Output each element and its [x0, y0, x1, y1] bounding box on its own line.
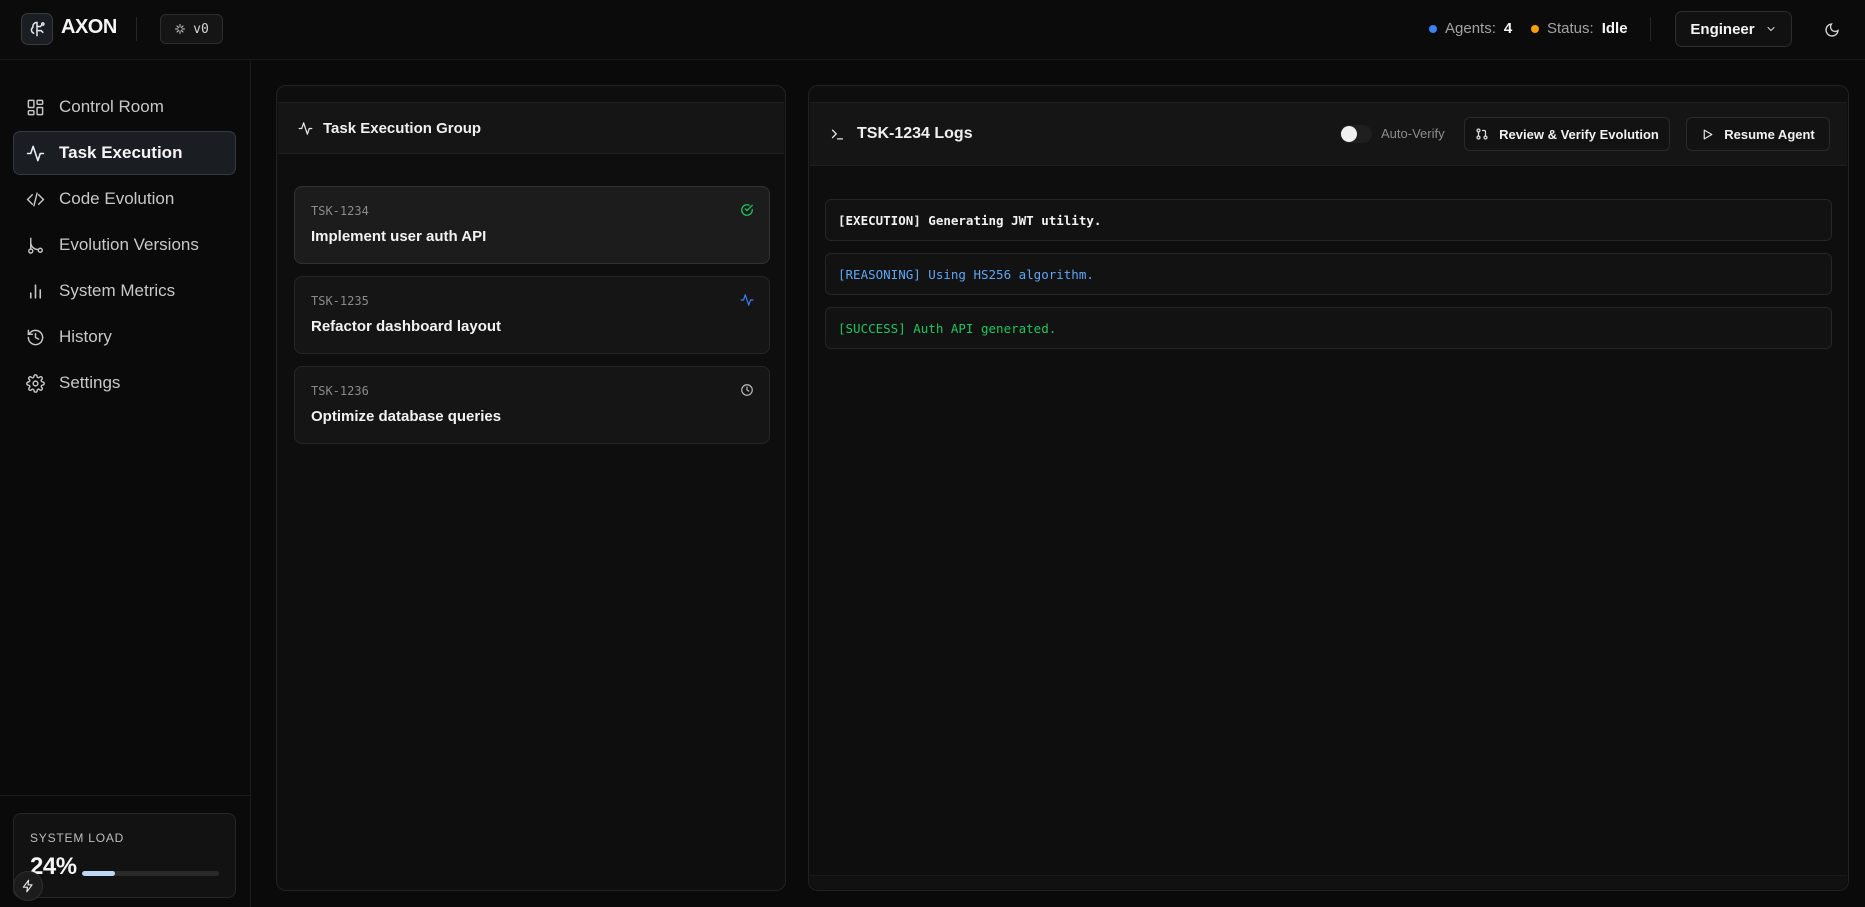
task-execution-panel: Task Execution Group TSK-1234 Implement …	[276, 85, 786, 891]
task-title: Refactor dashboard layout	[311, 318, 502, 335]
sidebar-item-evolution-versions[interactable]: Evolution Versions	[13, 223, 236, 267]
task-card-tsk-1236[interactable]: TSK-1236 Optimize database queries	[294, 366, 770, 444]
sidebar-item-history[interactable]: History	[13, 315, 236, 359]
sidebar-item-code-evolution[interactable]: Code Evolution	[13, 177, 236, 221]
moon-icon	[1825, 23, 1839, 37]
version-label: v0	[193, 21, 209, 37]
role-label: Engineer	[1690, 20, 1755, 38]
activity-icon	[26, 145, 45, 161]
status-value: Idle	[1601, 20, 1628, 37]
system-load-bar	[82, 871, 219, 876]
status-label: Status:	[1547, 20, 1594, 37]
system-load-card: SYSTEM LOAD 24%	[13, 813, 236, 898]
task-id: TSK-1236	[311, 384, 369, 398]
clock-icon	[739, 382, 755, 398]
sidebar-item-label: Settings	[59, 373, 121, 392]
auto-verify-toggle[interactable]	[1340, 125, 1372, 143]
log-line-reasoning: [REASONING] Using HS256 algorithm.	[825, 253, 1832, 295]
agents-count: 4	[1503, 20, 1513, 37]
grid-icon	[27, 99, 44, 115]
sidebar: Control Room Task Execution Code Evoluti…	[0, 61, 251, 907]
activity-icon	[739, 292, 755, 308]
logs-title-group: TSK-1234 Logs	[830, 125, 973, 143]
resume-agent-label: Resume Agent	[1724, 126, 1815, 142]
task-id: TSK-1235	[311, 294, 369, 308]
log-line-execution: [EXECUTION] Generating JWT utility.	[825, 199, 1832, 241]
play-icon	[1703, 129, 1713, 139]
bar-chart-icon	[29, 283, 42, 299]
sidebar-item-label: System Metrics	[59, 281, 176, 300]
logs-panel-header: TSK-1234 Logs Auto-Verify Review & Verif…	[810, 102, 1847, 166]
git-pull-request-icon	[1476, 128, 1488, 140]
logs-title: TSK-1234 Logs	[857, 125, 973, 142]
sidebar-item-settings[interactable]: Settings	[13, 361, 236, 405]
auto-verify-label: Auto-Verify	[1381, 126, 1445, 141]
task-id: TSK-1234	[311, 204, 369, 218]
code-icon	[26, 191, 45, 207]
check-circle-icon	[739, 202, 755, 218]
logs-panel: TSK-1234 Logs Auto-Verify Review & Verif…	[808, 85, 1849, 891]
sidebar-item-system-metrics[interactable]: System Metrics	[13, 269, 236, 313]
resume-agent-button[interactable]: Resume Agent	[1686, 117, 1830, 151]
header-divider-right	[1650, 17, 1651, 41]
review-verify-button[interactable]: Review & Verify Evolution	[1464, 117, 1670, 151]
brand-name: AXON	[61, 16, 117, 38]
header-divider	[136, 17, 137, 41]
system-load-bar-fill	[82, 871, 115, 876]
quick-action-button[interactable]	[13, 871, 43, 901]
git-branch-icon	[28, 237, 43, 254]
task-title: Optimize database queries	[311, 408, 502, 425]
sidebar-item-task-execution[interactable]: Task Execution	[13, 131, 236, 175]
sidebar-item-label: Code Evolution	[59, 189, 175, 208]
task-card-tsk-1234[interactable]: TSK-1234 Implement user auth API	[294, 186, 770, 264]
system-load-title: SYSTEM LOAD	[30, 831, 125, 845]
sidebar-item-label: Control Room	[59, 97, 164, 116]
task-title: Implement user auth API	[311, 228, 487, 245]
sidebar-item-label: History	[59, 327, 112, 346]
agents-status-dot	[1429, 24, 1437, 33]
role-selector[interactable]: Engineer	[1675, 11, 1792, 47]
log-line-success: [SUCCESS] Auth API generated.	[825, 307, 1832, 349]
top-bar: AXON v0 Agents: 4 Status: Idle Engineer	[0, 0, 1865, 60]
theme-toggle-button[interactable]	[1820, 18, 1844, 42]
sidebar-item-control-room[interactable]: Control Room	[13, 85, 236, 129]
agents-indicator: Agents: 4	[1429, 20, 1512, 37]
gear-icon	[26, 373, 45, 393]
sparkle-icon	[175, 24, 186, 34]
task-card-tsk-1235[interactable]: TSK-1235 Refactor dashboard layout	[294, 276, 770, 354]
status-indicator: Status: Idle	[1531, 20, 1628, 37]
chevron-down-icon	[1767, 26, 1775, 32]
activity-icon	[298, 121, 313, 135]
terminal-icon	[831, 129, 844, 139]
logs-horizontal-scrollbar[interactable]	[810, 875, 1847, 889]
task-panel-title: Task Execution Group	[323, 119, 482, 137]
agents-label: Agents:	[1445, 20, 1496, 37]
status-dot	[1531, 24, 1539, 33]
logo-icon[interactable]	[21, 13, 53, 45]
bolt-icon	[22, 879, 33, 893]
sidebar-item-label: Task Execution	[59, 143, 183, 162]
sidebar-item-label: Evolution Versions	[59, 235, 199, 254]
sidebar-divider	[0, 795, 251, 796]
task-panel-header: Task Execution Group	[278, 102, 784, 154]
review-verify-label: Review & Verify Evolution	[1499, 126, 1659, 142]
version-button[interactable]: v0	[160, 14, 223, 44]
toggle-knob	[1341, 126, 1357, 142]
history-icon	[27, 329, 44, 345]
